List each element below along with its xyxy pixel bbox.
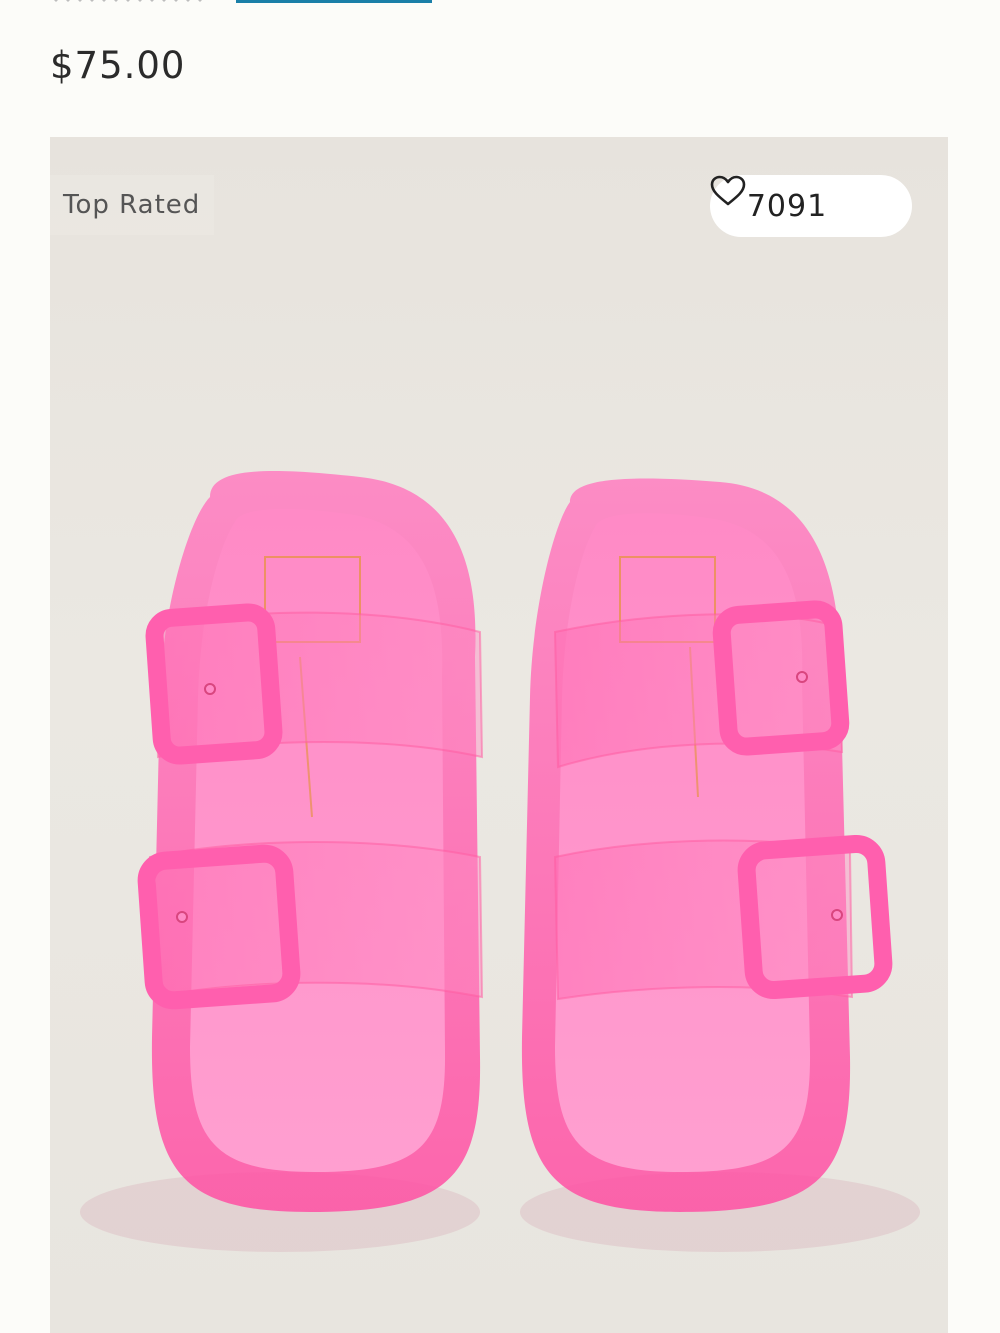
heart-outline-icon[interactable] — [710, 175, 875, 222]
reviews-link[interactable] — [236, 0, 432, 3]
product-price: $75.00 — [50, 44, 186, 87]
like-count: 7091 — [746, 188, 828, 224]
right-sandal — [521, 478, 893, 1212]
like-button[interactable]: 7091 — [710, 175, 912, 237]
rating-stars-remnant — [50, 0, 210, 2]
product-page: $75.00 Top Rated 7091 — [0, 0, 1000, 1333]
product-image[interactable]: Top Rated 7091 — [50, 137, 948, 1333]
left-sandal — [137, 471, 484, 1212]
top-rated-badge: Top Rated — [50, 175, 215, 235]
rating-and-link-strip — [50, 0, 450, 4]
sandals-illustration — [80, 471, 920, 1252]
